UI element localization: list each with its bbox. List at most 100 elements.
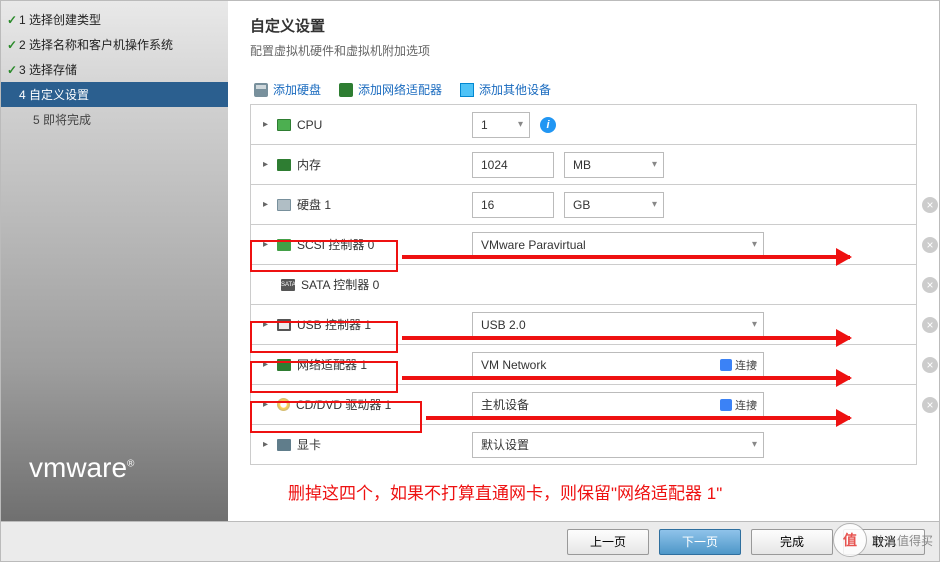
step-5[interactable]: 5 即将完成 bbox=[1, 107, 228, 132]
step-4[interactable]: 4 自定义设置 bbox=[1, 82, 228, 107]
disk-unit-select[interactable]: GB bbox=[564, 192, 664, 218]
gpu-label[interactable]: ▸ 显卡 bbox=[251, 428, 466, 461]
connect-checkbox[interactable]: 连接 bbox=[720, 357, 757, 373]
usb-label[interactable]: ▸ USB 控制器 1 bbox=[251, 308, 466, 341]
expand-icon: ▸ bbox=[263, 439, 271, 450]
next-button[interactable]: 下一页 bbox=[659, 529, 741, 555]
row-cd: ▸ CD/DVD 驱动器 1 主机设备 连接 × bbox=[251, 385, 916, 425]
scsi-label[interactable]: ▸ SCSI 控制器 0 bbox=[251, 228, 466, 261]
button-label: 下一页 bbox=[682, 533, 718, 550]
delete-icon[interactable]: × bbox=[922, 397, 938, 413]
expand-icon: ▸ bbox=[263, 199, 271, 210]
network-icon bbox=[277, 359, 291, 371]
nic-icon bbox=[339, 83, 353, 97]
device-icon bbox=[460, 83, 474, 97]
gpu-select[interactable]: 默认设置 bbox=[472, 432, 764, 458]
scsi-icon bbox=[277, 239, 291, 251]
toolbar-label: 添加硬盘 bbox=[273, 81, 321, 98]
memory-icon bbox=[277, 159, 291, 171]
add-disk-button[interactable]: 添加硬盘 bbox=[254, 81, 321, 98]
sata-label[interactable]: SATA SATA 控制器 0 bbox=[251, 268, 466, 301]
watermark: 值 什么值得买 bbox=[833, 523, 933, 557]
checkbox-icon bbox=[720, 399, 732, 411]
delete-icon[interactable]: × bbox=[922, 317, 938, 333]
expand-icon: ▸ bbox=[263, 159, 271, 170]
page-subtitle: 配置虚拟机硬件和虚拟机附加选项 bbox=[250, 42, 917, 59]
memory-label[interactable]: ▸ 内存 bbox=[251, 148, 466, 181]
step-3[interactable]: 3 选择存储 bbox=[1, 57, 228, 82]
annotation-text: 删掉这四个，如果不打算直通网卡，则保留"网络适配器 1" bbox=[288, 479, 722, 504]
select-value: VMware Paravirtual bbox=[481, 238, 586, 252]
select-value: 1 bbox=[481, 118, 488, 132]
step-label: 5 即将完成 bbox=[33, 111, 91, 128]
disk-icon bbox=[254, 83, 268, 97]
expand-icon: ▸ bbox=[263, 239, 271, 250]
hw-name: SCSI 控制器 0 bbox=[297, 236, 374, 253]
checkbox-icon bbox=[720, 359, 732, 371]
input-value: 16 bbox=[481, 198, 494, 212]
hw-name: 硬盘 1 bbox=[297, 196, 331, 213]
connect-checkbox[interactable]: 连接 bbox=[720, 397, 757, 413]
cd-select[interactable]: 主机设备 连接 bbox=[472, 392, 764, 418]
finish-button[interactable]: 完成 bbox=[751, 529, 833, 555]
nic-select[interactable]: VM Network 连接 bbox=[472, 352, 764, 378]
wizard-footer: 上一页 下一页 完成 取消 bbox=[1, 521, 939, 561]
vmware-logo: vmware® bbox=[29, 452, 134, 484]
hw-toolbar: 添加硬盘 添加网络适配器 添加其他设备 bbox=[250, 81, 917, 98]
delete-icon[interactable]: × bbox=[922, 197, 938, 213]
step-1[interactable]: 1 选择创建类型 bbox=[1, 7, 228, 32]
memory-input[interactable]: 1024 bbox=[472, 152, 554, 178]
expand-icon: ▸ bbox=[263, 319, 271, 330]
step-label: 4 自定义设置 bbox=[19, 86, 89, 103]
hw-name: 内存 bbox=[297, 156, 321, 173]
delete-icon[interactable]: × bbox=[922, 357, 938, 373]
add-nic-button[interactable]: 添加网络适配器 bbox=[339, 81, 442, 98]
select-value: GB bbox=[573, 198, 590, 212]
cd-label[interactable]: ▸ CD/DVD 驱动器 1 bbox=[251, 388, 466, 421]
hw-name: SATA 控制器 0 bbox=[301, 276, 379, 293]
row-nic: ▸ 网络适配器 1 VM Network 连接 × bbox=[251, 345, 916, 385]
input-value: 1024 bbox=[481, 158, 508, 172]
hw-name: 显卡 bbox=[297, 436, 321, 453]
row-sata: SATA SATA 控制器 0 × bbox=[251, 265, 916, 305]
cpu-icon bbox=[277, 119, 291, 131]
memory-unit-select[interactable]: MB bbox=[564, 152, 664, 178]
select-value: 默认设置 bbox=[481, 436, 529, 453]
step-label: 2 选择名称和客户机操作系统 bbox=[19, 36, 173, 53]
button-label: 上一页 bbox=[590, 533, 626, 550]
connect-label: 连接 bbox=[735, 397, 757, 413]
select-value: VM Network bbox=[481, 358, 546, 372]
content-pane: 自定义设置 配置虚拟机硬件和虚拟机附加选项 添加硬盘 添加网络适配器 添加其他设… bbox=[228, 1, 939, 522]
select-value: USB 2.0 bbox=[481, 318, 526, 332]
hw-name: USB 控制器 1 bbox=[297, 316, 371, 333]
disk-label[interactable]: ▸ 硬盘 1 bbox=[251, 188, 466, 221]
step-2[interactable]: 2 选择名称和客户机操作系统 bbox=[1, 32, 228, 57]
info-icon[interactable]: i bbox=[540, 117, 556, 133]
usb-icon bbox=[277, 319, 291, 331]
row-memory: ▸ 内存 1024 MB bbox=[251, 145, 916, 185]
usb-select[interactable]: USB 2.0 bbox=[472, 312, 764, 338]
hw-name: CD/DVD 驱动器 1 bbox=[296, 396, 391, 413]
watermark-text: 什么值得买 bbox=[873, 532, 933, 549]
expand-icon: ▸ bbox=[263, 119, 271, 130]
disk-size-input[interactable]: 16 bbox=[472, 192, 554, 218]
expand-icon: ▸ bbox=[263, 359, 271, 370]
delete-icon[interactable]: × bbox=[922, 237, 938, 253]
hw-name: 网络适配器 1 bbox=[297, 356, 367, 373]
cpu-select[interactable]: 1 bbox=[472, 112, 530, 138]
nic-label[interactable]: ▸ 网络适配器 1 bbox=[251, 348, 466, 381]
back-button[interactable]: 上一页 bbox=[567, 529, 649, 555]
cd-icon bbox=[277, 398, 290, 411]
expand-icon: ▸ bbox=[263, 399, 271, 410]
hw-name: CPU bbox=[297, 118, 322, 132]
select-value: MB bbox=[573, 158, 591, 172]
connect-label: 连接 bbox=[735, 357, 757, 373]
select-value: 主机设备 bbox=[481, 396, 529, 413]
scsi-select[interactable]: VMware Paravirtual bbox=[472, 232, 764, 258]
delete-icon[interactable]: × bbox=[922, 277, 938, 293]
gpu-icon bbox=[277, 439, 291, 451]
page-title: 自定义设置 bbox=[250, 15, 917, 36]
add-other-button[interactable]: 添加其他设备 bbox=[460, 81, 551, 98]
cpu-label[interactable]: ▸ CPU bbox=[251, 110, 466, 140]
toolbar-label: 添加网络适配器 bbox=[358, 81, 442, 98]
